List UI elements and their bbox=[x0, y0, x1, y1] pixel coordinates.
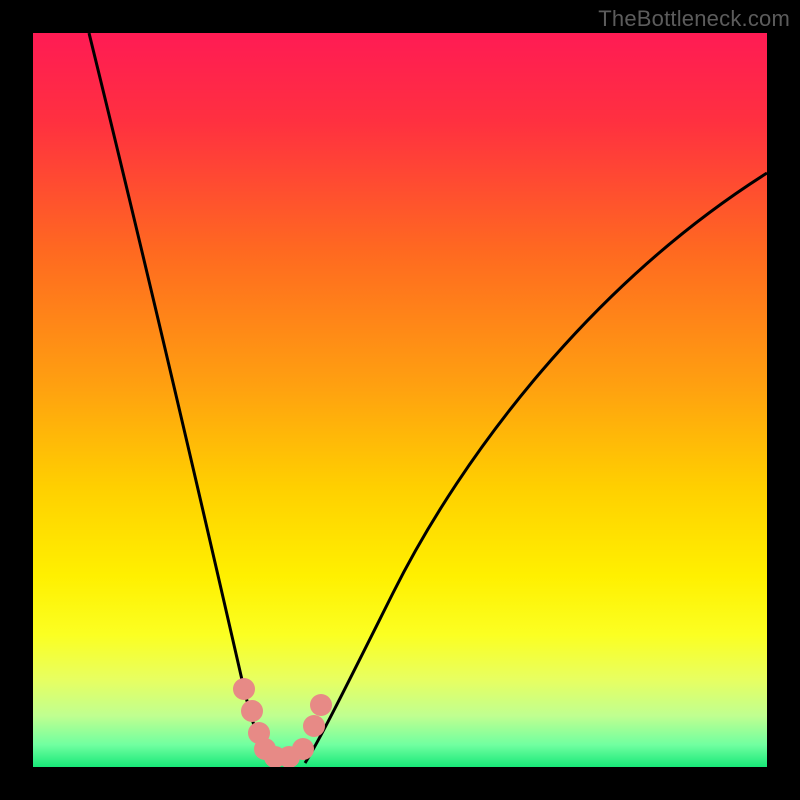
data-marker bbox=[303, 715, 325, 737]
data-marker bbox=[241, 700, 263, 722]
watermark-text: TheBottleneck.com bbox=[598, 6, 790, 32]
data-marker bbox=[292, 738, 314, 760]
marker-layer bbox=[33, 33, 767, 767]
data-marker bbox=[310, 694, 332, 716]
plot-frame bbox=[33, 33, 767, 767]
data-marker bbox=[233, 678, 255, 700]
